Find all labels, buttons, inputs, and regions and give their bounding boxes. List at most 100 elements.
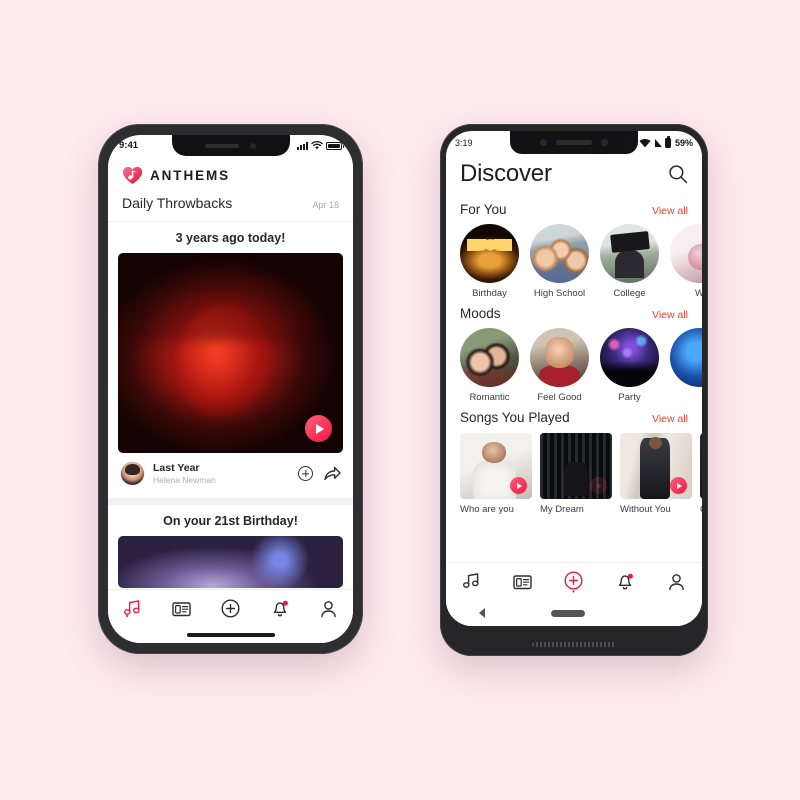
bottom-tab-bar[interactable] <box>108 589 353 627</box>
carousel-item[interactable]: My Dream <box>540 433 612 515</box>
carousel-item[interactable]: Who are you <box>460 433 532 515</box>
section-header: For You View all <box>446 195 702 222</box>
feed-card[interactable]: 3 years ago today! Last Year Helena Newm… <box>108 222 353 498</box>
college-graduation-cap-icon <box>600 224 659 283</box>
track-artist: Helena Newman <box>153 475 290 485</box>
discover-sections[interactable]: For You View all Birthday High School <box>446 195 702 562</box>
section-title: Moods <box>460 306 501 321</box>
circle-carousel[interactable]: Birthday High School College <box>446 222 702 299</box>
tab-cards[interactable] <box>165 596 199 622</box>
play-button[interactable] <box>510 477 527 494</box>
view-all-link[interactable]: View all <box>652 309 688 321</box>
item-label: Feel Good <box>530 392 589 403</box>
card-separator <box>108 498 353 505</box>
track-title: Last Year <box>153 462 290 474</box>
plus-circle-icon <box>221 599 240 618</box>
card-media-photo[interactable] <box>118 253 343 453</box>
discover-header: Discover <box>446 154 702 195</box>
play-button[interactable] <box>590 477 607 494</box>
avatar <box>120 461 145 486</box>
back-chevron-icon[interactable] <box>479 608 485 618</box>
section-header: Songs You Played View all <box>446 403 702 430</box>
item-label: My Dream <box>540 504 612 515</box>
home-pill-icon[interactable] <box>551 610 585 617</box>
card-list-icon <box>513 574 532 590</box>
dark-stage-singer-icon <box>540 433 612 499</box>
carousel-item[interactable]: W <box>670 224 702 299</box>
carousel-item[interactable]: Birthday <box>460 224 519 299</box>
tab-cards[interactable] <box>506 569 540 595</box>
carousel-item[interactable]: Without You <box>620 433 692 515</box>
item-label: Who are you <box>460 504 532 515</box>
play-button[interactable] <box>305 415 332 442</box>
feed-card[interactable]: On your 21st Birthday! <box>108 505 353 589</box>
play-icon <box>517 483 522 489</box>
iphone-screen: 9:41 <box>108 135 353 643</box>
tab-notifications[interactable] <box>608 569 642 595</box>
tab-music[interactable] <box>455 569 489 595</box>
square-carousel[interactable]: Who are you My Dream <box>446 430 702 515</box>
tab-profile[interactable] <box>659 569 693 595</box>
circle-carousel[interactable]: Romantic Feel Good Party <box>446 326 702 403</box>
music-notes-icon <box>462 573 481 590</box>
play-icon <box>316 424 324 434</box>
tab-create[interactable] <box>214 596 248 622</box>
section-songs-you-played: Songs You Played View all Who are you <box>446 403 702 515</box>
tab-create[interactable] <box>557 569 591 595</box>
play-button[interactable] <box>670 477 687 494</box>
signal-bars-icon <box>297 142 308 150</box>
carousel-item[interactable]: College <box>600 224 659 299</box>
view-all-link[interactable]: View all <box>652 205 688 217</box>
item-label: Romantic <box>460 392 519 403</box>
carousel-item[interactable] <box>670 328 702 403</box>
carousel-item[interactable]: Feel Good <box>530 328 589 403</box>
carousel-item[interactable]: Romantic <box>460 328 519 403</box>
birthday-cake-candles-icon <box>460 224 519 283</box>
status-time: 9:41 <box>119 140 138 151</box>
vibrate-icon <box>625 137 636 148</box>
track-meta-row: Last Year Helena Newman <box>108 453 353 496</box>
home-indicator[interactable] <box>187 633 275 637</box>
section-title: Daily Throwbacks <box>122 195 232 211</box>
item-label: C <box>700 504 702 515</box>
tab-profile[interactable] <box>312 596 346 622</box>
search-icon[interactable] <box>668 164 688 184</box>
plus-circle-icon[interactable] <box>298 466 313 481</box>
pixel-screen: 3:19 59% Discover <box>446 131 702 626</box>
signal-triangle-icon <box>655 139 662 147</box>
carousel-item[interactable]: C <box>700 433 702 515</box>
tab-music[interactable] <box>116 596 150 622</box>
pixel-status-bar: 3:19 59% <box>446 131 702 154</box>
carousel-item[interactable]: High School <box>530 224 589 299</box>
high-school-friends-icon <box>530 224 589 283</box>
track-actions <box>298 466 341 481</box>
bell-icon <box>271 599 289 618</box>
smiling-woman-icon <box>530 328 589 387</box>
blue-stage-lights-icon <box>670 328 702 387</box>
person-icon <box>668 573 685 591</box>
card-list-icon <box>172 601 191 617</box>
pixel-device: 3:19 59% Discover <box>440 124 708 656</box>
card-title: 3 years ago today! <box>108 222 353 253</box>
item-label: Party <box>600 392 659 403</box>
man-white-shirt-icon <box>460 433 532 499</box>
section-for-you: For You View all Birthday High School <box>446 195 702 299</box>
notification-badge <box>628 574 633 579</box>
tab-notifications[interactable] <box>263 596 297 622</box>
brand-bar: ANTHEMS <box>108 156 353 193</box>
card-media-photo[interactable] <box>118 536 343 588</box>
notification-badge <box>282 601 287 606</box>
bottom-tab-bar[interactable] <box>446 562 702 600</box>
bottom-speaker-grille <box>532 642 616 647</box>
view-all-link[interactable]: View all <box>652 413 688 425</box>
android-system-nav[interactable] <box>446 600 702 626</box>
carousel-item[interactable]: Party <box>600 328 659 403</box>
concert-crowd-icon <box>600 328 659 387</box>
anthems-heart-logo <box>122 166 143 185</box>
status-indicators: 59% <box>625 137 693 148</box>
section-title: For You <box>460 202 507 217</box>
play-icon <box>597 483 602 489</box>
feed-list[interactable]: 3 years ago today! Last Year Helena Newm… <box>108 222 353 589</box>
page-title: Discover <box>460 160 552 188</box>
share-arrow-icon[interactable] <box>324 466 341 481</box>
